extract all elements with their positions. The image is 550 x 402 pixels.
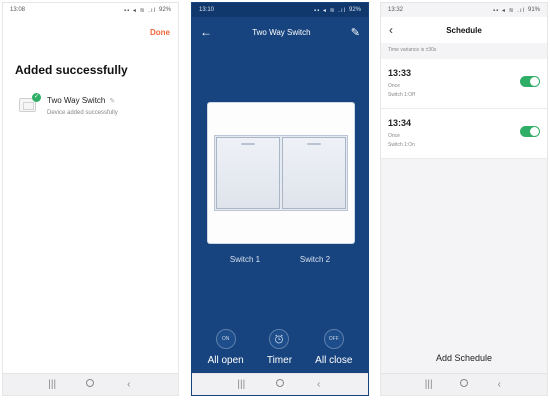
status-battery: 92% [348,7,361,13]
back-chevron-icon[interactable]: ‹ [491,379,507,390]
back-chevron-icon[interactable]: ‹ [389,23,409,37]
power-on-icon: ON [215,329,236,349]
page-title: Added successfully [15,63,128,77]
schedule-action: Switch 1:On [388,142,415,148]
header-title: Two Way Switch [252,27,311,37]
timer-label: Timer [266,355,293,366]
control-bar: ON All open Timer OFF All close [192,329,368,366]
android-nav-bar: ||| ‹ [381,373,547,395]
status-bar: 13:10 ▪▪ ◂ ≋ .ıl 92% [192,3,368,17]
signal-icon: ▪▪ ◂ ≋ .ıl [493,7,525,14]
switch-2-rocker[interactable] [282,137,346,209]
schedule-repeat: Once [388,83,400,89]
home-icon[interactable] [82,379,98,390]
screen-added-successfully: 13:08 ▪▪ ◂ ≋ .ıl 92% Done Added successfu… [2,2,179,396]
all-close-label: All close [315,355,353,366]
done-button[interactable]: Done [150,28,170,37]
device-card[interactable]: ✓ Two Way Switch ✎ Device added successf… [17,93,118,116]
android-nav-bar: ||| ‹ [3,373,178,395]
home-icon[interactable] [456,379,472,390]
screen-two-way-switch: 13:10 ▪▪ ◂ ≋ .ıl 92% ← Two Way Switch ✎ S… [191,2,369,396]
device-name: Two Way Switch [47,96,106,105]
recents-icon[interactable]: ||| [421,379,437,390]
add-schedule-button[interactable]: Add Schedule [381,343,547,373]
status-time: 13:10 [199,7,215,13]
all-open-label: All open [207,355,244,366]
status-bar: 13:32 ▪▪ ◂ ≋ .ıl 91% [381,3,547,17]
all-close-button[interactable]: OFF All close [315,329,352,366]
schedule-item[interactable]: 13:33 Once Switch 1:Off [381,59,547,109]
arrow-left-icon[interactable]: ← [200,25,212,39]
recents-icon[interactable]: ||| [44,379,60,390]
switch-1-rocker[interactable] [216,137,280,209]
power-off-icon: OFF [323,329,344,349]
back-chevron-icon[interactable]: ‹ [121,379,137,390]
switch-1-label: Switch 1 [229,255,261,264]
schedule-repeat: Once [388,133,400,139]
time-variance-note: Time variance is ±30s [388,47,437,53]
switch-panel [208,103,354,243]
switch-2-label: Switch 2 [299,255,331,264]
app-header: ‹ Schedule [381,17,547,43]
pencil-icon[interactable]: ✎ [351,26,360,39]
signal-icon: ▪▪ ◂ ≋ .ıl [314,7,346,14]
status-battery: 91% [527,7,540,13]
status-time: 13:08 [10,7,26,13]
schedule-time: 13:33 [388,68,412,78]
signal-icon: ▪▪ ◂ ≋ .ıl [124,7,156,14]
alarm-clock-icon [269,329,290,349]
schedule-list: 13:33 Once Switch 1:Off 13:34 Once Switc… [381,59,547,159]
home-icon[interactable] [272,379,288,390]
screen-schedule: 13:32 ▪▪ ◂ ≋ .ıl 91% ‹ Schedule Time vari… [380,2,548,396]
device-thumbnail: ✓ [17,93,41,115]
schedule-action: Switch 1:Off [388,92,415,98]
back-chevron-icon[interactable]: ‹ [311,379,327,390]
pencil-icon[interactable]: ✎ [109,97,115,105]
timer-button[interactable]: Timer [267,329,292,366]
check-circle-icon: ✓ [32,93,41,102]
all-open-button[interactable]: ON All open [208,329,244,366]
schedule-item[interactable]: 13:34 Once Switch 1:On [381,109,547,159]
app-header: ← Two Way Switch ✎ [192,17,368,47]
schedule-time: 13:34 [388,118,412,128]
status-battery: 92% [158,7,171,13]
status-bar: 13:08 ▪▪ ◂ ≋ .ıl 92% [3,3,178,17]
status-time: 13:32 [388,7,404,13]
device-status: Device added successfully [47,110,118,116]
recents-icon[interactable]: ||| [233,379,249,390]
schedule-toggle[interactable] [520,76,540,87]
schedule-toggle[interactable] [520,126,540,137]
android-nav-bar: ||| ‹ [192,373,368,395]
